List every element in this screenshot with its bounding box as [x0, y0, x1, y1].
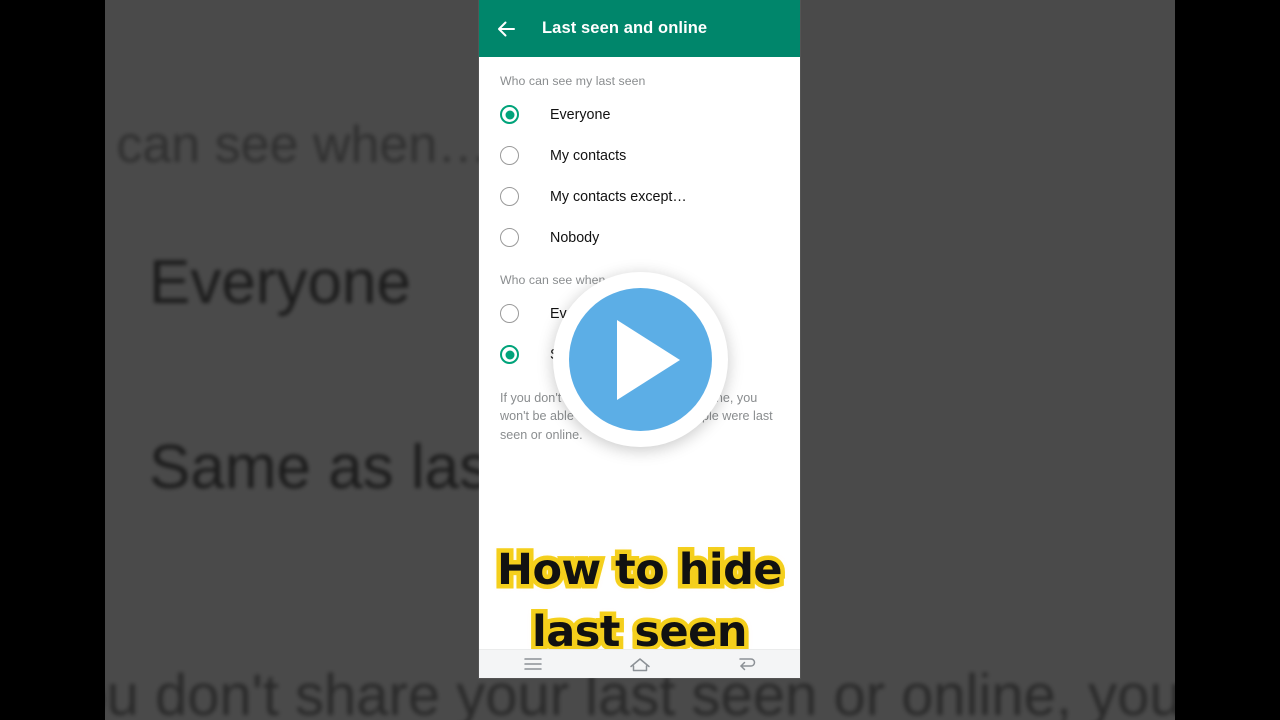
arrow-left-icon[interactable]	[493, 16, 519, 42]
bg-option-label: Everyone	[149, 247, 411, 317]
option-label: Nobody	[550, 229, 600, 246]
bg-section-label: Who can see when…	[105, 116, 490, 174]
play-button-disc	[569, 288, 712, 431]
app-bar: Last seen and online	[479, 0, 800, 57]
option-group-last-seen: Everyone My contacts My contacts except……	[479, 88, 800, 258]
option-label: My contacts except…	[550, 188, 687, 205]
option-row-nobody[interactable]: Nobody	[479, 217, 800, 258]
bg-option-row: Everyone	[105, 245, 411, 319]
video-frame: Nobody Who can see when… Everyone Same a…	[0, 0, 1280, 720]
android-nav-bar	[479, 649, 800, 678]
radio-icon[interactable]	[500, 146, 519, 165]
option-label: Everyone	[550, 106, 611, 123]
radio-selected-icon[interactable]	[500, 345, 519, 364]
home-icon[interactable]	[617, 650, 663, 679]
option-row-my-contacts[interactable]: My contacts	[479, 135, 800, 176]
back-icon[interactable]	[724, 650, 770, 679]
option-row-everyone[interactable]: Everyone	[479, 94, 800, 135]
option-row-my-contacts-except[interactable]: My contacts except…	[479, 176, 800, 217]
radio-icon[interactable]	[500, 228, 519, 247]
caption-line-1: How to hide	[492, 541, 787, 600]
radio-selected-icon[interactable]	[500, 105, 519, 124]
radio-icon[interactable]	[500, 187, 519, 206]
menu-icon[interactable]	[510, 650, 556, 679]
play-button[interactable]	[553, 272, 728, 447]
section-label-last-seen: Who can see my last seen	[500, 74, 646, 88]
radio-icon[interactable]	[500, 304, 519, 323]
play-icon	[617, 319, 680, 400]
option-label: My contacts	[550, 147, 627, 164]
page-title: Last seen and online	[542, 19, 708, 37]
video-caption: How to hide last seen	[479, 539, 800, 663]
